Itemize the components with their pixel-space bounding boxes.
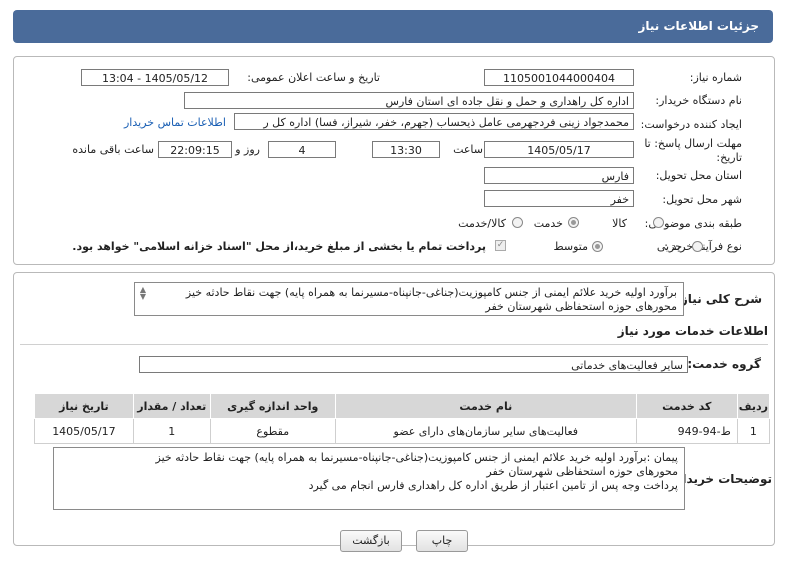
city-field: خفر [484, 190, 634, 207]
page-title: جزئیات اطلاعات نیاز [638, 19, 759, 33]
remaining-time-field: 22:09:15 [158, 141, 232, 158]
col-date: تاریخ نیاز [34, 393, 134, 419]
category-option-goods-service: کالا/خدمت [458, 217, 506, 230]
announce-field: 1405/05/12 - 13:04 [81, 69, 229, 86]
buyer-org-field: اداره کل راهداری و حمل و نقل جاده ای است… [184, 92, 634, 109]
payment-note: پرداخت تمام یا بخشی از مبلغ خرید،از محل … [72, 240, 486, 253]
cell-unit: مقطوع [209, 418, 336, 444]
creator-field: محمدجواد زینی فردجهرمی عامل ذیحساب (جهرم… [234, 113, 634, 130]
buyer-notes-line-3: پرداخت وجه پس از تامین اعتبار از طریق اد… [308, 479, 678, 492]
city-label: شهر محل تحویل: [662, 193, 742, 206]
buyer-notes-line-2: محورهای حوزه استحفاظی شهرستان خفر [486, 465, 678, 478]
treasury-checkbox[interactable]: ✓ [495, 240, 506, 251]
page-header: جزئیات اطلاعات نیاز [13, 10, 773, 43]
cell-code: ط-94-949 [635, 418, 738, 444]
process-option-medium: متوسط [553, 240, 588, 253]
buyer-notes-label: توضیحات خریدار: [670, 472, 772, 486]
deadline-time-field: 13:30 [372, 141, 440, 158]
remaining-time-label: ساعت باقی مانده [72, 143, 154, 156]
category-option-service: خدمت [533, 217, 563, 230]
col-qty: تعداد / مقدار [132, 393, 211, 419]
buyer-org-label: نام دستگاه خریدار: [655, 94, 742, 107]
service-group-field: سایر فعالیت‌های خدماتی [139, 356, 688, 373]
service-group-label: گروه خدمت: [687, 357, 761, 371]
buyer-contact-link[interactable]: اطلاعات تماس خریدار [124, 116, 226, 129]
deadline-time-label: ساعت [453, 143, 483, 156]
table-header-row: ردیف کد خدمت نام خدمت واحد اندازه گیری ت… [34, 393, 771, 419]
col-code: کد خدمت [635, 393, 738, 419]
days-label: روز و [235, 143, 260, 156]
cell-row: 1 [736, 418, 771, 444]
province-field: فارس [484, 167, 634, 184]
table-row: 1 ط-94-949 فعالیت‌های سایر سازمان‌های دا… [34, 418, 771, 444]
col-unit: واحد اندازه گیری [209, 393, 336, 419]
buyer-notes-line-1: پیمان :برآورد اولیه خرید علائم ایمنی از … [155, 451, 678, 464]
need-number-field: 1105001044000404 [484, 69, 634, 86]
cell-qty: 1 [132, 418, 211, 444]
summary-textarea[interactable]: برآورد اولیه خرید علائم ایمنی از جنس کام… [134, 282, 684, 316]
summary-scroll-icon[interactable]: ▲ ▼ [138, 286, 148, 301]
summary-label: شرح کلی نیاز: [676, 292, 762, 306]
process-option-minor: جزیی [656, 240, 682, 253]
buyer-notes-textarea[interactable]: پیمان :برآورد اولیه خرید علائم ایمنی از … [53, 447, 685, 510]
cell-date: 1405/05/17 [34, 418, 134, 444]
print-button[interactable]: چاپ [416, 530, 468, 552]
category-radio-goods-service[interactable] [512, 217, 523, 228]
days-remaining-field: 4 [268, 141, 336, 158]
col-name: نام خدمت [334, 393, 637, 419]
province-label: استان محل تحویل: [655, 169, 742, 182]
back-button[interactable]: بازگشت [340, 530, 402, 552]
deadline-label: مهلت ارسال پاسخ: تا تاریخ: [644, 137, 742, 164]
cell-name: فعالیت‌های سایر سازمان‌های دارای عضو [334, 418, 637, 444]
process-radio-minor[interactable] [692, 241, 703, 252]
services-section-title: اطلاعات خدمات مورد نیاز [617, 324, 768, 338]
announce-label: تاریخ و ساعت اعلان عمومی: [247, 71, 380, 84]
category-option-goods: کالا [612, 217, 627, 230]
need-number-label: شماره نیاز: [689, 71, 742, 84]
col-row: ردیف [736, 393, 771, 419]
section-divider [20, 344, 768, 345]
services-table: ردیف کد خدمت نام خدمت واحد اندازه گیری ت… [34, 393, 771, 444]
category-radio-goods[interactable] [653, 217, 664, 228]
process-radio-medium[interactable] [592, 241, 603, 252]
creator-label: ایجاد کننده درخواست: [640, 118, 742, 131]
deadline-date-field: 1405/05/17 [484, 141, 634, 158]
category-radio-service[interactable] [568, 217, 579, 228]
